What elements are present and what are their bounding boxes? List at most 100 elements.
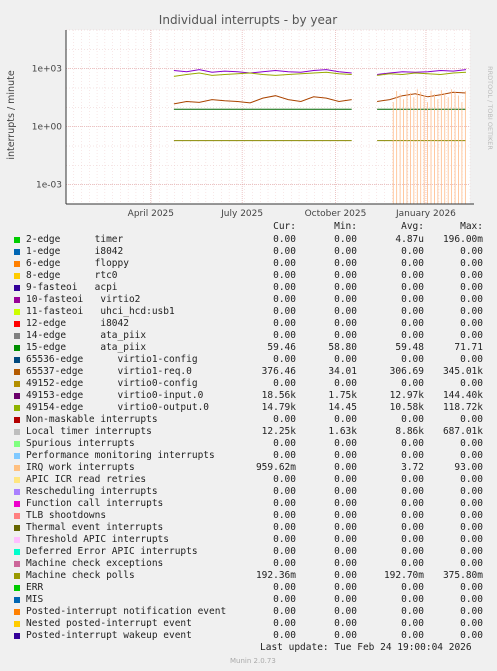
legend-name: 49153-edge virtio0-input.0 <box>26 390 204 401</box>
legend-avg: 0.00 <box>401 438 424 449</box>
legend-min: 58.80 <box>328 342 357 353</box>
legend-name: APIC ICR read retries <box>26 474 147 485</box>
legend-max: 0.00 <box>460 582 483 593</box>
legend-min: 0.00 <box>334 582 357 593</box>
legend-swatch <box>14 513 20 519</box>
rrdtool-label: RRDTOOL / TOBI OETIKER <box>486 66 494 150</box>
legend-max: 0.00 <box>460 546 483 557</box>
legend-avg: 0.00 <box>401 282 424 293</box>
legend-swatch <box>14 237 20 243</box>
legend-swatch <box>14 381 20 387</box>
legend-avg: 0.00 <box>401 558 424 569</box>
col-header-avg: Avg: <box>401 221 424 232</box>
legend-swatch <box>14 561 20 567</box>
legend-name: Machine check exceptions <box>26 558 164 569</box>
legend-min: 0.00 <box>334 414 357 425</box>
legend-avg: 0.00 <box>401 606 424 617</box>
legend-name: Nested posted-interrupt event <box>26 618 192 629</box>
legend-row: 2-edge timer 0.00 0.00 4.87u 196.00m <box>0 234 497 246</box>
legend-min: 1.75k <box>328 390 357 401</box>
legend-cur: 0.00 <box>273 630 296 641</box>
col-header-max: Max: <box>460 221 483 232</box>
legend-name: TLB shootdowns <box>26 510 107 521</box>
legend-name: ERR <box>26 582 44 593</box>
legend-name: Non-maskable interrupts <box>26 414 158 425</box>
legend-max: 0.00 <box>460 606 483 617</box>
legend-row: 9-fasteoi acpi 0.00 0.00 0.00 0.00 <box>0 282 497 294</box>
last-update: Last update: Tue Feb 24 19:00:04 2026 <box>260 642 472 653</box>
legend-cur: 0.00 <box>273 534 296 545</box>
legend-max: 0.00 <box>460 378 483 389</box>
legend-max: 0.00 <box>460 306 483 317</box>
legend-row: 14-edge ata_piix 0.00 0.00 0.00 0.00 <box>0 330 497 342</box>
legend-row: Rescheduling interrupts 0.00 0.00 0.00 0.00 <box>0 486 497 498</box>
legend-avg: 0.00 <box>401 630 424 641</box>
legend-swatch <box>14 297 20 303</box>
legend-min: 0.00 <box>334 534 357 545</box>
legend-row: Thermal event interrupts 0.00 0.00 0.00 0.00 <box>0 522 497 534</box>
legend-name: Rescheduling interrupts <box>26 486 158 497</box>
legend-name: 11-fasteoi uhci_hcd:usb1 <box>26 306 175 317</box>
legend-swatch <box>14 453 20 459</box>
legend-row: Function call interrupts 0.00 0.00 0.00 0.00 <box>0 498 497 510</box>
legend-max: 345.01k <box>442 366 483 377</box>
legend-max: 93.00 <box>454 462 483 473</box>
y-tick-label: 1e-03 <box>36 181 62 191</box>
legend-avg: 0.00 <box>401 450 424 461</box>
legend-swatch <box>14 573 20 579</box>
legend-min: 0.00 <box>334 618 357 629</box>
legend-max: 118.72k <box>442 402 483 413</box>
legend-avg: 0.00 <box>401 510 424 521</box>
legend-min: 0.00 <box>334 450 357 461</box>
legend-swatch <box>14 585 20 591</box>
legend-min: 0.00 <box>334 438 357 449</box>
legend-avg: 0.00 <box>401 618 424 629</box>
legend-min: 0.00 <box>334 258 357 269</box>
y-tick-label: 1e+00 <box>32 123 63 133</box>
legend-avg: 0.00 <box>401 270 424 281</box>
legend-swatch <box>14 597 20 603</box>
legend-max: 0.00 <box>460 294 483 305</box>
legend-avg: 0.00 <box>401 414 424 425</box>
legend-swatch <box>14 405 20 411</box>
legend-max: 0.00 <box>460 258 483 269</box>
legend-avg: 0.00 <box>401 498 424 509</box>
legend-cur: 0.00 <box>273 294 296 305</box>
legend-row: Performance monitoring interrupts 0.00 0.0… <box>0 450 497 462</box>
legend-row: 49154-edge virtio0-output.0 14.79k 14.45 10… <box>0 402 497 414</box>
legend-max: 687.01k <box>442 426 483 437</box>
legend-swatch <box>14 321 20 327</box>
legend-cur: 0.00 <box>273 486 296 497</box>
legend-avg: 3.72 <box>401 462 424 473</box>
legend-row: APIC ICR read retries 0.00 0.00 0.00 0.00 <box>0 474 497 486</box>
legend-avg: 0.00 <box>401 486 424 497</box>
col-header-min: Min: <box>334 221 357 232</box>
legend-avg: 192.70m <box>383 570 424 581</box>
legend-max: 0.00 <box>460 630 483 641</box>
legend-row: Machine check polls 192.36m 0.00 192.70m 375… <box>0 570 497 582</box>
legend-max: 0.00 <box>460 522 483 533</box>
legend-swatch <box>14 393 20 399</box>
legend-row: TLB shootdowns 0.00 0.00 0.00 0.00 <box>0 510 497 522</box>
legend-max: 0.00 <box>460 486 483 497</box>
legend-avg: 0.00 <box>401 354 424 365</box>
legend-min: 0.00 <box>334 462 357 473</box>
legend-cur: 0.00 <box>273 270 296 281</box>
legend-row: Machine check exceptions 0.00 0.00 0.00 0.00 <box>0 558 497 570</box>
legend-cur: 0.00 <box>273 594 296 605</box>
legend-min: 0.00 <box>334 510 357 521</box>
legend-swatch <box>14 333 20 339</box>
x-tick-label: April 2025 <box>128 209 174 219</box>
legend-cur: 0.00 <box>273 258 296 269</box>
x-tick-label: January 2026 <box>395 209 456 219</box>
legend-swatch <box>14 309 20 315</box>
legend-avg: 0.00 <box>401 258 424 269</box>
legend-cur: 0.00 <box>273 618 296 629</box>
legend-row: Posted-interrupt wakeup event 0.00 0.00 0.0… <box>0 630 497 642</box>
legend-min: 0.00 <box>334 606 357 617</box>
legend-row: 11-fasteoi uhci_hcd:usb1 0.00 0.00 0.00 0.00 <box>0 306 497 318</box>
legend-cur: 0.00 <box>273 378 296 389</box>
munin-version: Munin 2.0.73 <box>230 657 276 665</box>
legend-min: 0.00 <box>334 318 357 329</box>
legend-row: Non-maskable interrupts 0.00 0.00 0.00 0.00 <box>0 414 497 426</box>
